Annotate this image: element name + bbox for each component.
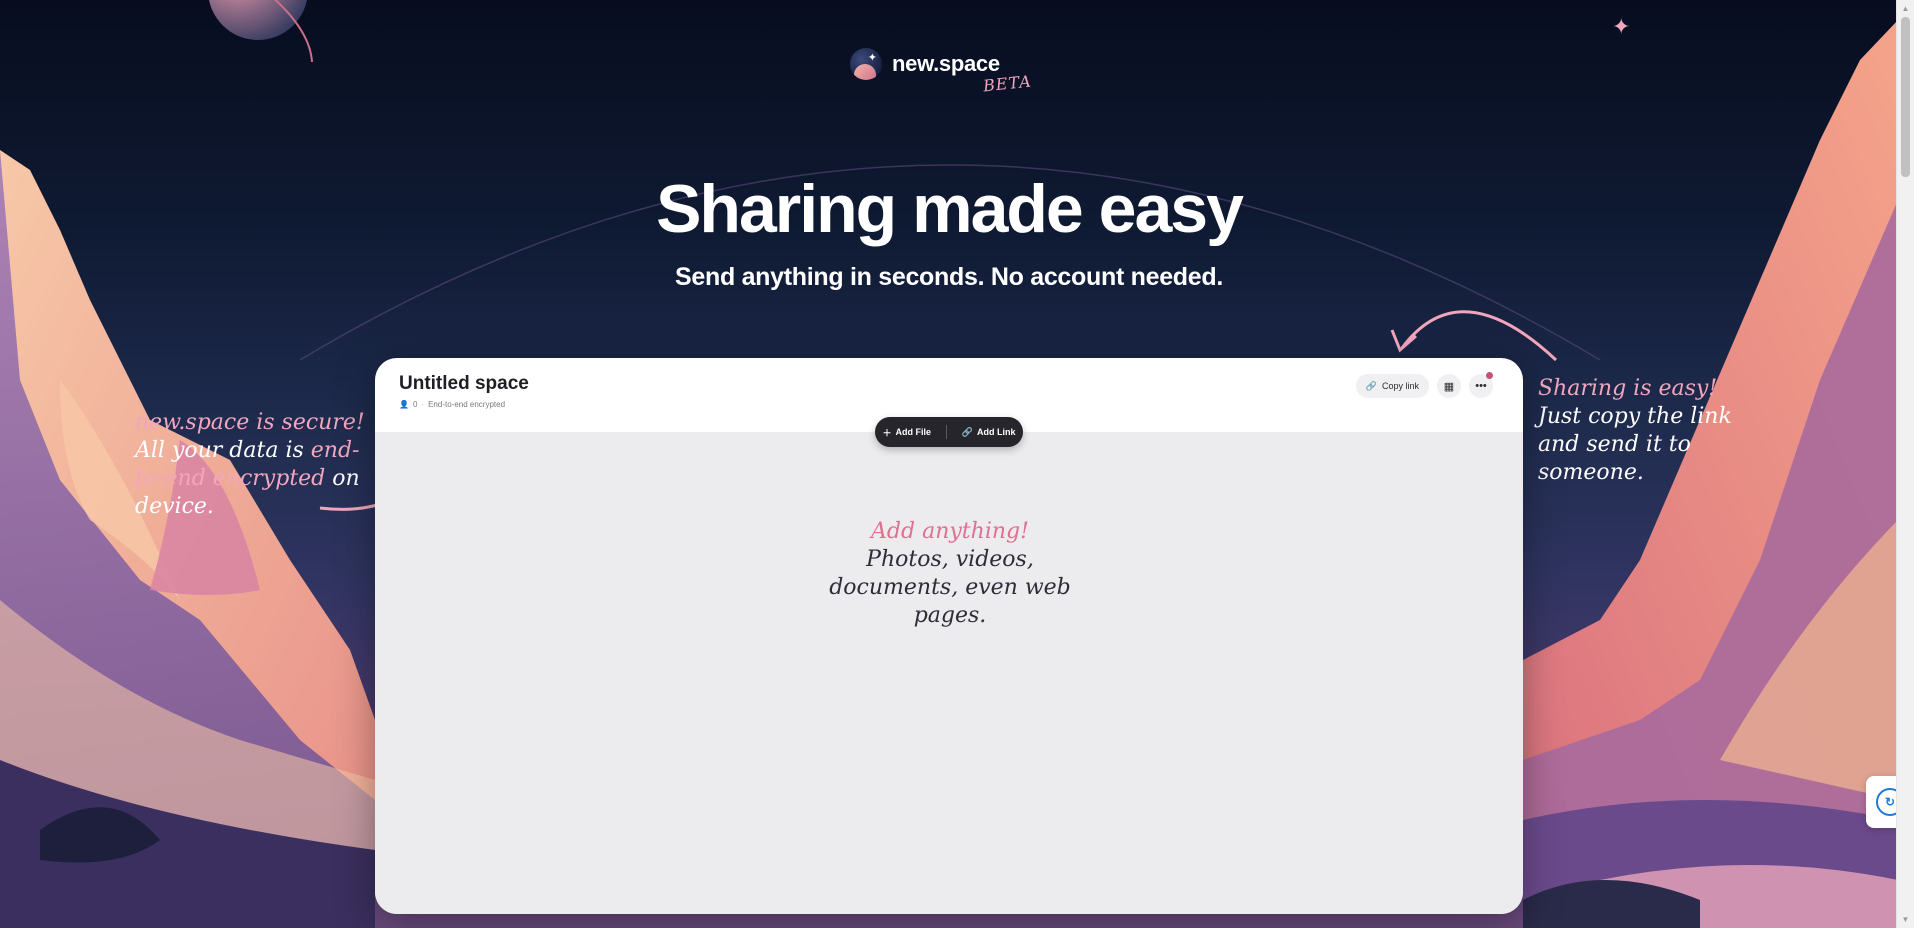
space-title[interactable]: Untitled space (399, 373, 529, 395)
copy-link-button[interactable]: 🔗 Copy link (1355, 374, 1429, 398)
security-note-highlight: new.space is secure! (135, 410, 365, 435)
hero-title: Sharing made easy (656, 171, 1244, 247)
hero-subtitle: Send anything in seconds. No account nee… (675, 263, 1223, 291)
sharing-note-text: Just copy the link and send it to someon… (1538, 404, 1732, 485)
meta-separator: · (421, 400, 425, 409)
add-file-button[interactable]: ＋ Add File (882, 426, 931, 439)
add-anything-note: Add anything! Photos, videos, documents,… (800, 518, 1100, 630)
add-link-label: Add Link (977, 427, 1016, 437)
scroll-down-icon[interactable]: ▼ (1897, 911, 1914, 928)
brand-name: new.space (892, 51, 1000, 76)
more-button[interactable]: ••• (1469, 372, 1493, 398)
member-count: 0 (412, 400, 418, 409)
security-note-text-a: All your data is (135, 438, 311, 463)
more-icon: ••• (1475, 380, 1487, 392)
plus-icon: ＋ (882, 427, 892, 438)
qr-code-icon: ▦ (1443, 380, 1455, 393)
security-note: new.space is secure! All your data is en… (135, 409, 365, 521)
encryption-status: End-to-end encrypted (428, 400, 506, 409)
qr-code-button[interactable]: ▦ (1437, 374, 1461, 398)
sharing-note: Sharing is easy! Just copy the link and … (1538, 375, 1758, 487)
scroll-thumb[interactable] (1901, 17, 1910, 177)
toolbar-divider (945, 425, 947, 439)
add-anything-highlight: Add anything! (871, 519, 1029, 544)
add-link-button[interactable]: 🔗 Add Link (962, 427, 1016, 438)
space-meta: 👤 0 · End-to-end encrypted (399, 400, 505, 409)
link-icon: 🔗 (961, 426, 974, 437)
logo-icon: ✦ (850, 48, 882, 80)
add-toolbar: ＋ Add File 🔗 Add Link (875, 417, 1023, 447)
add-file-label: Add File (895, 427, 931, 437)
card-actions: 🔗 Copy link ▦ ••• (1355, 372, 1493, 398)
scroll-up-icon[interactable]: ▲ (1897, 0, 1914, 17)
notification-dot (1486, 372, 1493, 379)
space-drop-area[interactable] (375, 432, 1523, 914)
scrollbar[interactable]: ▲ ▼ (1896, 0, 1914, 928)
user-icon: 👤 (399, 400, 409, 409)
link-icon: 🔗 (1365, 380, 1377, 391)
svg-text:✦: ✦ (1612, 15, 1630, 40)
copy-link-label: Copy link (1381, 381, 1419, 391)
add-anything-text: Photos, videos, documents, even web page… (829, 547, 1071, 628)
sharing-note-highlight: Sharing is easy! (1538, 376, 1718, 401)
brand[interactable]: ✦ new.space (850, 46, 1000, 82)
